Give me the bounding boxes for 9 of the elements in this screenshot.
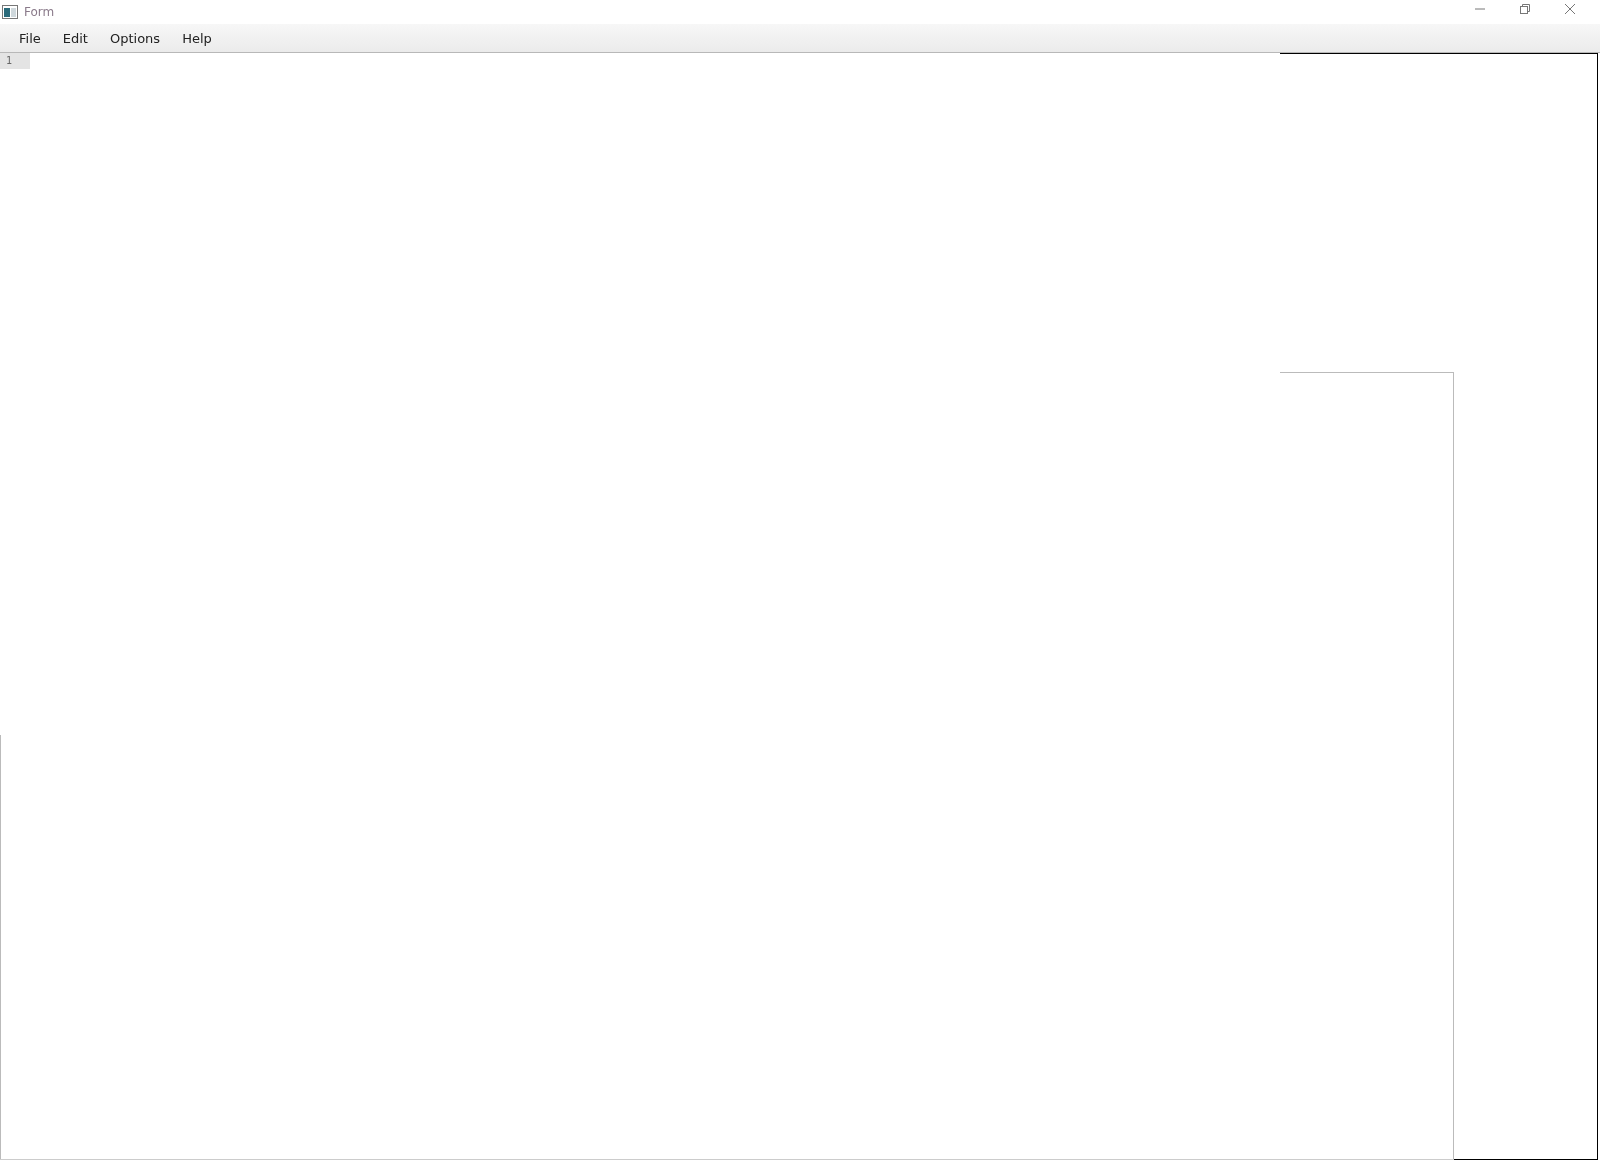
window-title: Form — [24, 5, 55, 19]
close-icon[interactable] — [1564, 3, 1576, 15]
menu-item[interactable]: Help — [171, 30, 223, 46]
restore-icon[interactable] — [1519, 3, 1531, 15]
menu-item[interactable]: File — [8, 30, 52, 46]
menu-item[interactable]: Options — [98, 30, 172, 46]
menu-item[interactable]: Edit — [51, 30, 99, 46]
editor-area[interactable]: 1 — [0, 53, 1280, 1160]
line-number: 1 — [0, 53, 30, 69]
